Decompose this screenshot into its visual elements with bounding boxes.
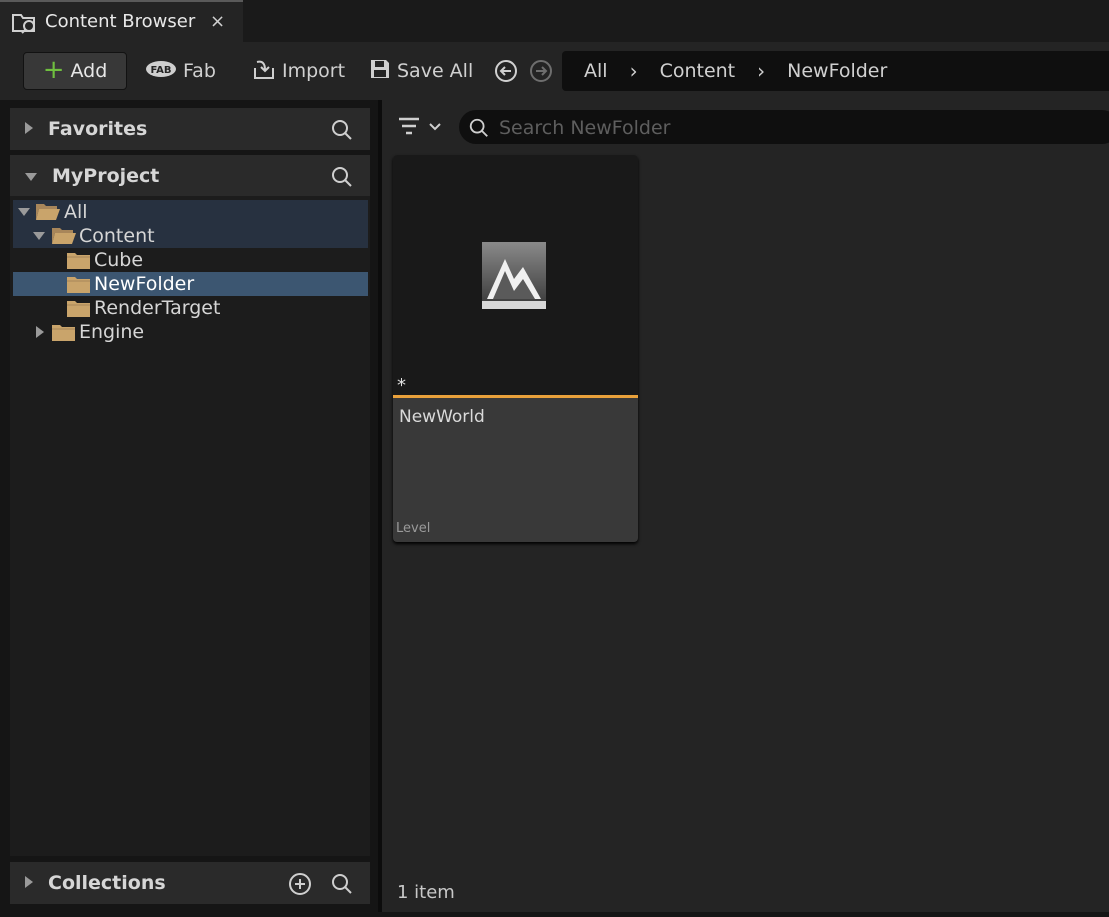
fab-button[interactable]: FAB Fab	[145, 52, 216, 90]
search-icon	[468, 117, 490, 143]
tree-item-engine[interactable]: Engine	[13, 320, 368, 344]
caret-down-icon	[33, 232, 45, 240]
plus-icon: +	[42, 54, 65, 85]
content-browser-icon	[12, 12, 38, 38]
favorites-header[interactable]: Favorites	[10, 108, 370, 150]
project-header[interactable]: MyProject	[10, 155, 370, 197]
folder-icon	[67, 277, 90, 293]
tree-item-label: Content	[79, 225, 155, 247]
search-icon[interactable]	[330, 872, 354, 901]
level-icon	[481, 241, 547, 315]
folder-tree: All Content Cube NewFolder RenderTarget …	[10, 196, 370, 856]
breadcrumb-all[interactable]: All	[584, 60, 608, 82]
item-count: 1 item	[397, 882, 455, 903]
caret-right-icon	[36, 326, 44, 338]
favorites-label: Favorites	[48, 118, 148, 140]
import-label: Import	[282, 60, 346, 82]
asset-type-color-bar	[393, 395, 638, 398]
tree-item-label: Engine	[79, 321, 145, 343]
search-icon[interactable]	[330, 165, 354, 194]
tab-title: Content Browser	[45, 11, 196, 32]
folder-open-icon	[52, 228, 76, 244]
bottom-border	[0, 912, 1109, 917]
unsaved-marker: *	[397, 375, 406, 396]
breadcrumb-content[interactable]: Content	[660, 60, 736, 82]
folder-icon	[52, 325, 75, 341]
folder-open-icon	[36, 204, 60, 220]
asset-type: Level	[396, 521, 431, 536]
asset-tile[interactable]: * NewWorld Level	[393, 155, 638, 542]
asset-name: NewWorld	[399, 407, 485, 427]
collections-header[interactable]: Collections	[10, 862, 370, 904]
caret-down-icon	[24, 165, 38, 187]
back-arrow-icon[interactable]	[494, 59, 518, 87]
caret-down-icon	[18, 208, 30, 216]
forward-arrow-icon[interactable]	[529, 59, 553, 87]
breadcrumb: All › Content › NewFolder	[562, 51, 1109, 91]
caret-right-icon	[24, 872, 34, 894]
import-button[interactable]: Import	[252, 52, 345, 90]
folder-icon	[67, 301, 90, 317]
tree-item-newfolder[interactable]: NewFolder	[13, 272, 368, 296]
asset-thumbnail: *	[393, 155, 638, 396]
save-all-label: Save All	[397, 60, 474, 82]
svg-text:FAB: FAB	[150, 65, 171, 76]
project-label: MyProject	[52, 165, 160, 187]
tree-item-cube[interactable]: Cube	[13, 248, 368, 272]
breadcrumb-newfolder[interactable]: NewFolder	[787, 60, 887, 82]
tree-item-label: RenderTarget	[94, 297, 221, 319]
search-field[interactable]	[459, 110, 1109, 144]
search-icon[interactable]	[330, 118, 354, 147]
tree-item-label: Cube	[94, 249, 144, 271]
tree-item-label: All	[64, 201, 88, 223]
search-input[interactable]	[497, 114, 1101, 142]
save-icon	[369, 58, 397, 85]
tree-item-rendertarget[interactable]: RenderTarget	[13, 296, 368, 320]
folder-icon	[67, 253, 90, 269]
caret-right-icon	[24, 118, 34, 140]
tree-item-content[interactable]: Content	[13, 224, 368, 248]
add-label: Add	[70, 60, 108, 82]
add-collection-icon[interactable]	[288, 872, 312, 901]
chevron-right-icon[interactable]: ›	[757, 59, 765, 83]
fab-label: Fab	[183, 60, 216, 82]
import-icon	[252, 57, 282, 86]
close-icon[interactable]: ×	[210, 11, 225, 32]
tab-content-browser[interactable]: Content Browser ×	[0, 0, 243, 42]
save-all-button[interactable]: Save All	[369, 52, 473, 90]
tree-item-all[interactable]: All	[13, 200, 368, 224]
chevron-right-icon[interactable]: ›	[630, 59, 638, 83]
tree-item-label: NewFolder	[94, 273, 195, 295]
filter-icon[interactable]	[397, 116, 445, 142]
add-button[interactable]: + Add	[23, 52, 127, 90]
fab-icon: FAB	[145, 60, 183, 83]
collections-label: Collections	[48, 872, 166, 894]
